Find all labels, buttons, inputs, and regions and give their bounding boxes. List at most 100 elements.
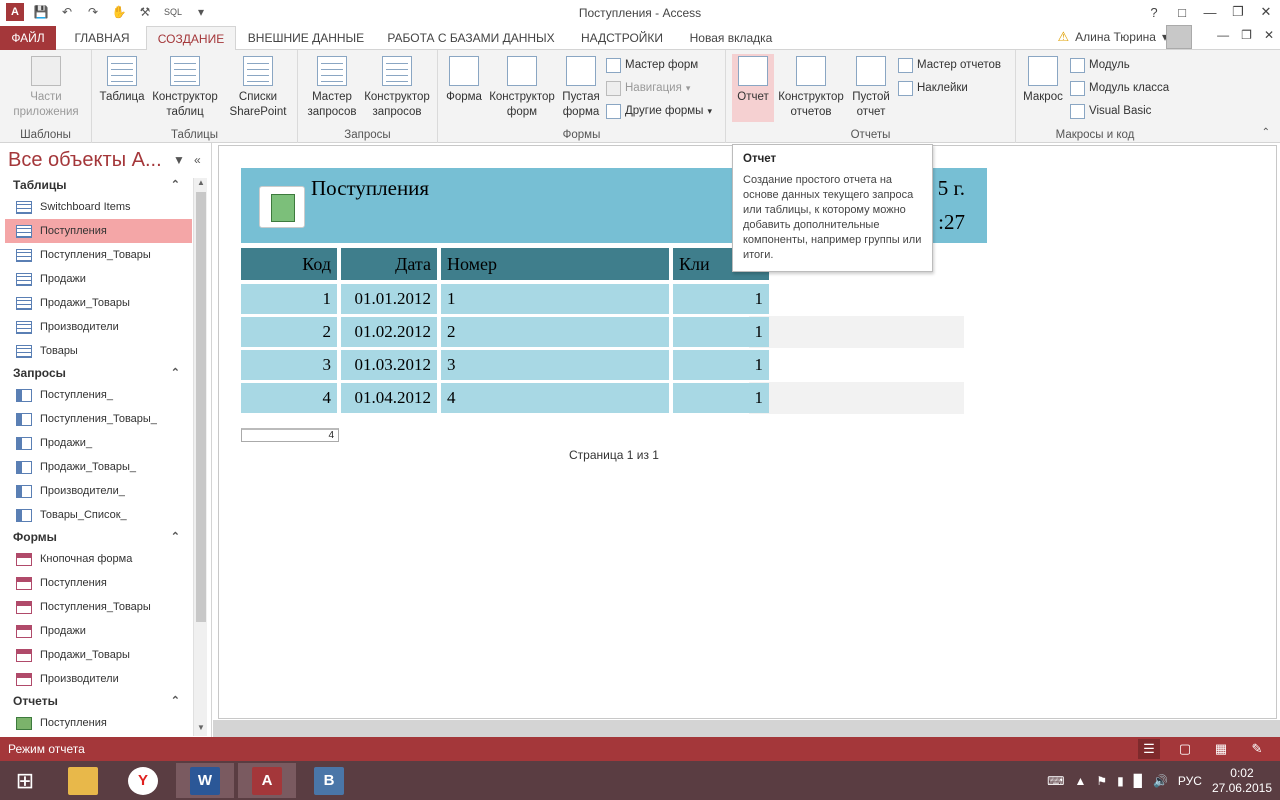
doc-close-icon[interactable]: ✕ [1264,28,1274,42]
tray-expand-icon[interactable]: ▲ [1074,774,1086,788]
report-wizard-button[interactable]: Мастер отчетов [898,55,1001,75]
tab-file[interactable]: ФАЙЛ [0,26,56,50]
tab-addins[interactable]: НАДСТРОЙКИ [574,26,670,50]
nav-item[interactable]: Продажи_Товары [0,291,192,315]
report-button[interactable]: Отчет [732,54,774,122]
user-account[interactable]: ⚠ Алина Тюрина ▾ [1057,29,1168,45]
table-designer-button[interactable]: Конструктор таблиц [148,54,222,120]
clock[interactable]: 0:02 27.06.2015 [1212,766,1272,796]
labels-button[interactable]: Наклейки [898,78,968,98]
nav-item[interactable]: Поступления_Товары [0,243,192,267]
nav-item[interactable]: Товары_Список_ [0,503,192,527]
nav-item[interactable]: Производители [0,667,192,691]
nav-item[interactable]: Поступления [0,711,192,735]
collapse-ribbon-icon[interactable]: ⌃ [1262,127,1270,138]
navigation-button[interactable]: Навигация ▾ [606,78,690,98]
tab-new[interactable]: Новая вкладка [682,26,780,50]
report-view-icon[interactable]: ☰ [1138,739,1160,759]
keyboard-icon[interactable]: ⌨ [1047,774,1064,788]
horizontal-scrollbar[interactable] [213,720,1280,737]
nav-item[interactable]: Поступления_ [0,383,192,407]
avatar[interactable] [1166,25,1192,49]
collapse-section-icon[interactable]: ⌃ [171,175,180,195]
nav-item[interactable]: Switchboard Items [0,195,192,219]
tab-home[interactable]: ГЛАВНАЯ [66,26,138,50]
nav-section-header[interactable]: Таблицы ⌃ [0,175,192,195]
collapse-section-icon[interactable]: ⌃ [171,527,180,547]
nav-item[interactable]: Поступления_Товары [0,595,192,619]
scroll-thumb[interactable] [196,192,206,622]
redo-icon[interactable]: ↷ [84,3,102,21]
nav-item[interactable]: Товары [0,339,192,363]
design-view-icon[interactable]: ✎ [1246,739,1268,759]
collapse-section-icon[interactable]: ⌃ [171,691,180,711]
sql-button[interactable]: SQL [162,3,184,21]
customize-qat-icon[interactable]: ▾ [192,3,210,21]
nav-item[interactable]: Продажи_Товары [0,643,192,667]
print-preview-icon[interactable]: ▢ [1174,739,1196,759]
tools-icon[interactable]: ⚒ [136,3,154,21]
help-button[interactable]: ? [1140,0,1168,24]
blank-report-button[interactable]: Пустой отчет [848,54,894,120]
nav-item[interactable]: Продажи_Товары_ [0,455,192,479]
form-button[interactable]: Форма [442,54,486,105]
language-indicator[interactable]: РУС [1178,774,1202,788]
network-icon[interactable]: ▉ [1134,774,1143,788]
nav-section-header[interactable]: Формы ⌃ [0,527,192,547]
volume-icon[interactable]: 🔊 [1153,774,1168,788]
undo-icon[interactable]: ↶ [58,3,76,21]
nav-section-header[interactable]: Отчеты ⌃ [0,691,192,711]
action-center-icon[interactable]: ⚑ [1096,774,1107,788]
access-taskbar-icon[interactable]: A [238,763,296,798]
nav-item[interactable]: Поступления [0,571,192,595]
tab-create[interactable]: СОЗДАНИЕ [146,26,236,51]
minimize-icon[interactable]: — [1196,0,1224,24]
app-parts-button[interactable]: Части приложения [6,54,86,120]
file-explorer-icon[interactable] [54,763,112,798]
doc-minimize-icon[interactable]: — [1217,28,1229,42]
query-designer-button[interactable]: Конструктор запросов [360,54,434,120]
battery-icon[interactable]: ▮ [1117,774,1124,788]
ribbon-display-icon[interactable]: □ [1168,0,1196,24]
yandex-browser-icon[interactable]: Y [114,763,172,798]
nav-pane-title[interactable]: Все объекты A... [8,149,168,172]
nav-item[interactable]: Продажи [0,267,192,291]
access-app-icon[interactable]: A [6,3,24,21]
close-icon[interactable]: ✕ [1252,0,1280,24]
report-designer-button[interactable]: Конструктор отчетов [774,54,848,120]
form-wizard-button[interactable]: Мастер форм [606,55,698,75]
save-icon[interactable]: 💾 [32,3,50,21]
touch-mode-icon[interactable]: ✋ [110,3,128,21]
doc-restore-icon[interactable]: ❐ [1241,28,1252,42]
nav-section-header[interactable]: Запросы ⌃ [0,363,192,383]
vk-icon[interactable]: B [300,763,358,798]
query-wizard-button[interactable]: Мастер запросов [302,54,362,120]
scroll-down-icon[interactable]: ▼ [194,723,208,736]
macro-button[interactable]: Макрос [1018,54,1068,105]
windows-start-icon[interactable]: ⊞ [0,763,50,798]
restore-icon[interactable]: ❐ [1224,0,1252,24]
nav-item[interactable]: Поступления [5,219,192,243]
tab-external-data[interactable]: ВНЕШНИЕ ДАННЫЕ [244,26,368,50]
layout-view-icon[interactable]: ▦ [1210,739,1232,759]
module-button[interactable]: Модуль [1070,55,1130,75]
nav-item[interactable]: Производители [0,315,192,339]
tab-database-tools[interactable]: РАБОТА С БАЗАМИ ДАННЫХ [380,26,562,50]
form-designer-button[interactable]: Конструктор форм [486,54,558,120]
nav-item[interactable]: Кнопочная форма [0,547,192,571]
nav-menu-icon[interactable]: ▼ [173,153,185,167]
nav-item[interactable]: Продажи [0,619,192,643]
collapse-section-icon[interactable]: ⌃ [171,363,180,383]
word-icon[interactable]: W [176,763,234,798]
nav-item[interactable]: Производители_ [0,479,192,503]
more-forms-button[interactable]: Другие формы ▾ [606,101,712,121]
blank-form-button[interactable]: Пустая форма [558,54,604,120]
nav-item[interactable]: Продажи_ [0,431,192,455]
sharepoint-lists-button[interactable]: Списки SharePoint [222,54,294,120]
nav-collapse-icon[interactable]: « [194,153,201,167]
class-module-button[interactable]: Модуль класса [1070,78,1169,98]
nav-scrollbar[interactable]: ▲ ▼ [193,178,207,736]
scroll-up-icon[interactable]: ▲ [194,178,208,191]
table-button[interactable]: Таблица [96,54,148,105]
nav-item[interactable]: Поступления_Товары_ [0,407,192,431]
